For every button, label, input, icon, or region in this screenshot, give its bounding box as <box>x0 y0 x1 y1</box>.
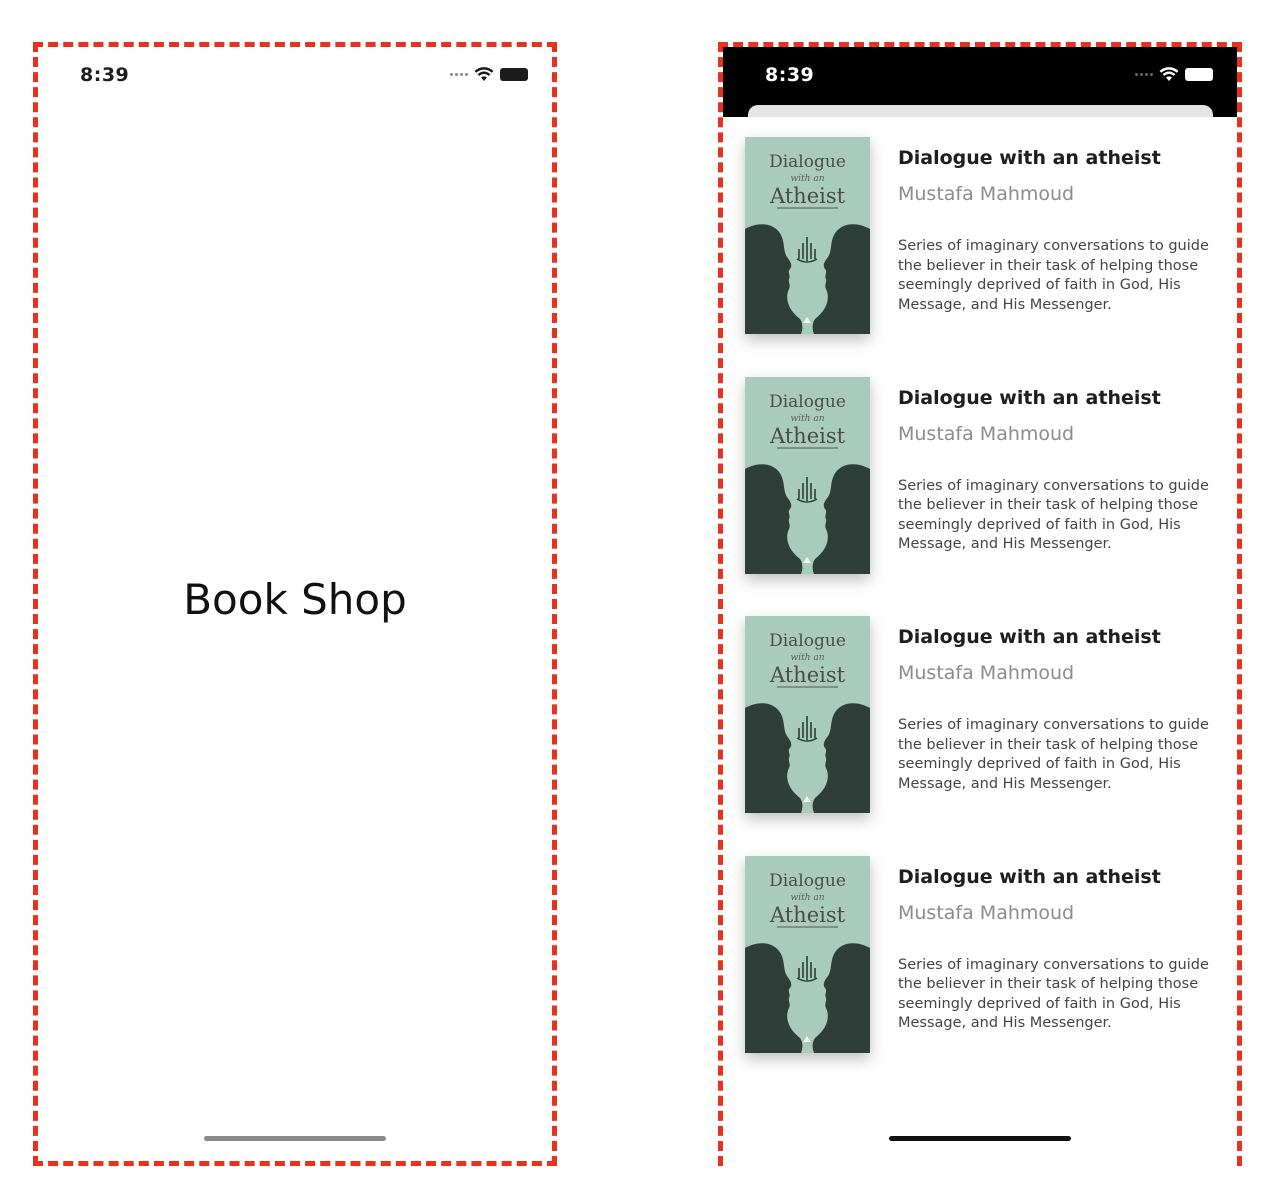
book-list: Dialogue with an Atheist Dialogue with a… <box>723 137 1237 1095</box>
home-indicator[interactable] <box>204 1136 386 1141</box>
book-list-item[interactable]: Dialogue with an Atheist Dialogue with a… <box>723 376 1237 617</box>
cover-subtitle-line: with an <box>790 893 824 903</box>
book-description: Series of imaginary conversations to gui… <box>898 238 1209 313</box>
status-icons <box>450 67 528 82</box>
cover-title-line: Atheist <box>769 184 846 208</box>
cover-title-line: Dialogue <box>769 392 846 412</box>
home-indicator[interactable] <box>889 1136 1071 1141</box>
splash-screen: 8:39 Book Shop <box>38 47 552 1161</box>
modal-sheet[interactable]: Dialogue with an Atheist Dialogue with a… <box>723 117 1237 1177</box>
status-time: 8:39 <box>80 64 130 86</box>
book-info: Dialogue with an atheist Mustafa Mahmoud… <box>898 147 1228 315</box>
book-author: Mustafa Mahmoud <box>898 662 1075 684</box>
book-cover-image[interactable]: Dialogue with an Atheist <box>745 616 870 813</box>
cellular-signal-icon <box>1135 73 1153 76</box>
book-description: Series of imaginary conversations to gui… <box>898 477 1209 553</box>
book-info: Dialogue with an atheist Mustafa Mahmoud… <box>898 866 1228 1034</box>
cover-title-line: Atheist <box>769 663 846 687</box>
status-icons <box>1135 67 1213 82</box>
status-time: 8:39 <box>765 64 815 86</box>
cover-subtitle-line: with an <box>790 414 824 424</box>
book-cover-image[interactable]: Dialogue with an Atheist <box>745 137 870 334</box>
splash-screen-frame: 8:39 Book Shop <box>33 42 557 1166</box>
book-list-screen-frame: 8:39 Dialogue with an Atheist Dialogue w… <box>718 42 1242 1177</box>
book-title: Dialogue with an atheist <box>898 147 1161 169</box>
book-list-item[interactable]: Dialogue with an Atheist Dialogue with a… <box>723 616 1237 856</box>
book-author: Mustafa Mahmoud <box>898 422 1075 445</box>
book-title: Dialogue with an atheist <box>898 386 1161 409</box>
book-list-item[interactable]: Dialogue with an Atheist Dialogue with a… <box>723 855 1237 1096</box>
status-bar: 8:39 <box>38 47 552 105</box>
book-list-screen: 8:39 Dialogue with an Atheist Dialogue w… <box>723 47 1237 1177</box>
book-title: Dialogue with an atheist <box>898 626 1161 648</box>
cover-title-line: Dialogue <box>769 152 846 172</box>
cover-subtitle-line: with an <box>790 653 824 663</box>
book-cover-image[interactable]: Dialogue with an Atheist <box>745 376 870 574</box>
book-author: Mustafa Mahmoud <box>898 901 1075 924</box>
cover-subtitle-line: with an <box>790 174 824 184</box>
wifi-icon <box>474 67 494 81</box>
book-title: Dialogue with an atheist <box>898 865 1161 888</box>
book-description: Series of imaginary conversations to gui… <box>898 717 1209 792</box>
app-title: Book Shop <box>183 575 407 624</box>
cover-title-line: Dialogue <box>769 871 846 891</box>
wifi-icon <box>1159 67 1179 81</box>
cellular-signal-icon <box>450 73 468 76</box>
book-cover-image[interactable]: Dialogue with an Atheist <box>745 855 870 1053</box>
book-info: Dialogue with an atheist Mustafa Mahmoud… <box>898 387 1228 555</box>
cover-title-line: Atheist <box>769 424 846 448</box>
battery-icon <box>1185 68 1213 81</box>
battery-icon <box>500 68 528 81</box>
book-author: Mustafa Mahmoud <box>898 183 1075 205</box>
cover-title-line: Dialogue <box>769 631 846 651</box>
book-list-item[interactable]: Dialogue with an Atheist Dialogue with a… <box>723 137 1237 377</box>
book-info: Dialogue with an atheist Mustafa Mahmoud… <box>898 626 1228 794</box>
book-description: Series of imaginary conversations to gui… <box>898 956 1209 1032</box>
cover-title-line: Atheist <box>769 903 846 927</box>
